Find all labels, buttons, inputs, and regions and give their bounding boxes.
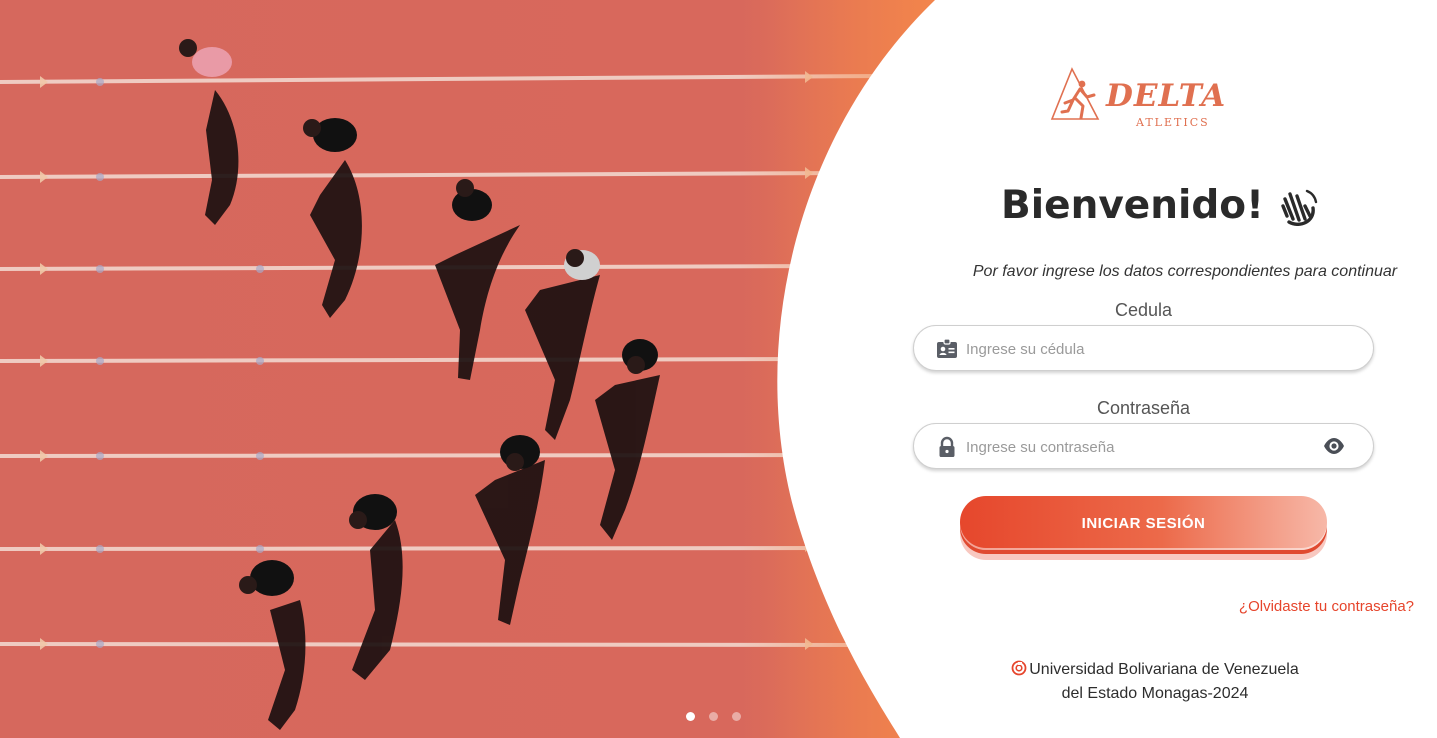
lock-icon (939, 436, 955, 457)
welcome-heading: Bienvenido! (1000, 183, 1320, 228)
page-title: Bienvenido! (1001, 183, 1264, 228)
password-label: Contraseña (1096, 398, 1191, 418)
hero-image (0, 0, 960, 738)
ubv-logo-icon (1011, 660, 1027, 676)
waving-hand-icon (1281, 189, 1318, 226)
brand-logo: DELTA ATLETICS (1050, 66, 1240, 132)
brand-name: DELTA (1106, 78, 1227, 114)
running-track-photo (0, 0, 960, 738)
login-button-wrapper: INICIAR SESIÓN (960, 496, 1327, 560)
brand-tagline: ATLETICS (1136, 116, 1210, 129)
carousel-dot-2[interactable] (709, 712, 718, 721)
footer: Universidad Bolivariana de Venezuela del… (1000, 658, 1310, 706)
carousel-dot-3[interactable] (732, 712, 741, 721)
footer-university: Universidad Bolivariana de Venezuela (1029, 661, 1299, 678)
footer-line-1: Universidad Bolivariana de Venezuela (1000, 658, 1310, 682)
cedula-label: Cedula (1114, 300, 1173, 320)
login-button[interactable]: INICIAR SESIÓN (960, 496, 1327, 550)
eye-icon[interactable] (1323, 437, 1345, 455)
cedula-field[interactable] (913, 325, 1374, 371)
carousel-dots (686, 712, 741, 721)
carousel-dot-1[interactable] (686, 712, 695, 721)
password-field[interactable] (913, 423, 1374, 469)
forgot-password-link[interactable]: ¿Olvidaste tu contraseña? (1239, 598, 1414, 615)
cedula-input[interactable] (966, 336, 1306, 362)
id-card-icon (937, 338, 957, 358)
password-input[interactable] (966, 434, 1306, 460)
runner-triangle-logo (1050, 67, 1100, 120)
footer-line-2: del Estado Monagas-2024 (1061, 685, 1249, 702)
welcome-subtitle: Por favor ingrese los datos correspondie… (972, 263, 1398, 280)
